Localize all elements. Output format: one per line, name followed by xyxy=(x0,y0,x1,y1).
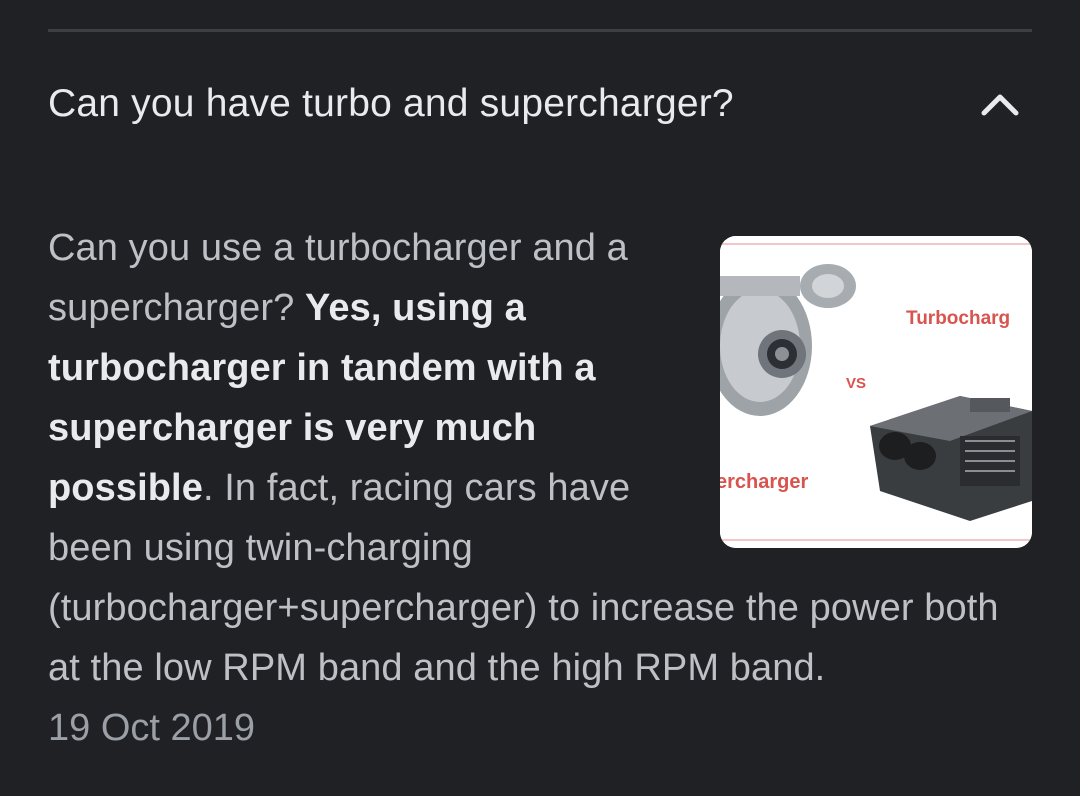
faq-question: Can you have turbo and supercharger? xyxy=(48,82,734,125)
thumb-label-turbo: Turbocharg xyxy=(906,308,1010,329)
faq-question-row[interactable]: Can you have turbo and supercharger? xyxy=(48,60,1032,148)
section-divider xyxy=(48,29,1032,32)
answer-thumbnail[interactable]: Turbocharg VS ercharger xyxy=(720,236,1032,548)
thumb-label-vs: VS xyxy=(846,375,866,392)
chevron-up-icon[interactable] xyxy=(978,82,1022,126)
answer-date: 19 Oct 2019 xyxy=(48,707,256,749)
faq-answer: Turbocharg VS ercharger Can you use a tu… xyxy=(48,218,1032,758)
thumb-label-super: ercharger xyxy=(720,471,808,493)
